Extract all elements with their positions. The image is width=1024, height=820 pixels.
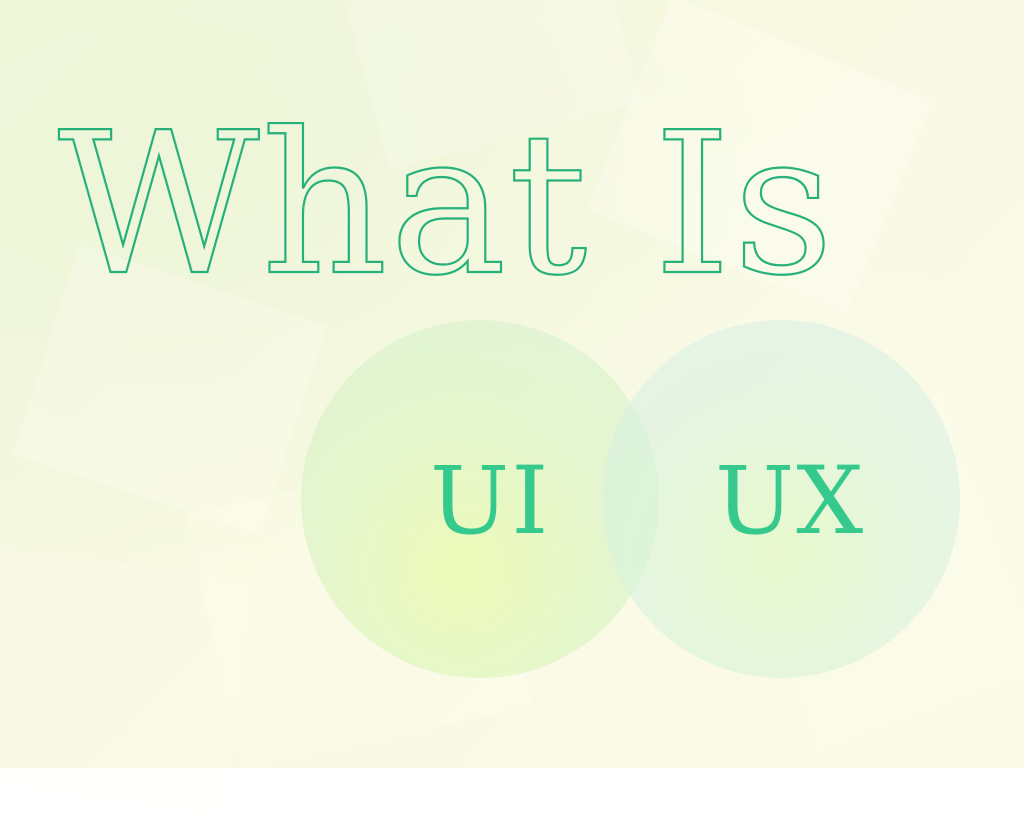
background-facet — [0, 540, 256, 820]
slide-title: What Is — [57, 90, 836, 310]
ui-label: UI — [430, 447, 551, 556]
slide-title-text: What Is — [58, 91, 836, 310]
ux-label: UX — [715, 447, 866, 556]
